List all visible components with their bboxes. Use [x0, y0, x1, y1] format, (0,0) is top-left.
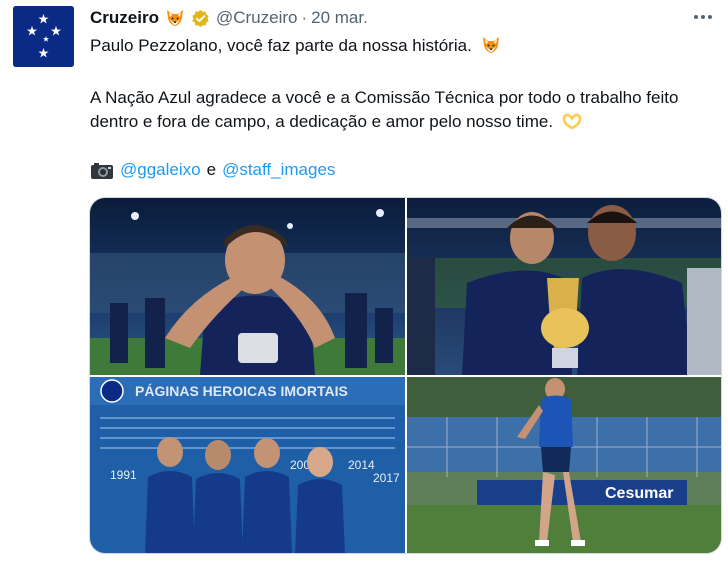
more-options-icon[interactable]	[692, 9, 714, 25]
photo3-year-3: 2014	[348, 458, 375, 472]
photo3-banner-text: PÁGINAS HEROICAS IMORTAIS	[135, 383, 348, 399]
photo3-year-1: 1991	[110, 468, 137, 482]
account-name[interactable]: Cruzeiro	[90, 8, 159, 28]
media-grid: PÁGINAS HEROICAS IMORTAIS 1991 2003 2014…	[89, 197, 722, 554]
tweet-text-line1: Paulo Pezzolano, você faz parte da nossa…	[90, 34, 715, 58]
mention-link-staff-images[interactable]: @staff_images	[222, 158, 335, 182]
conjunction-text: e	[206, 160, 217, 179]
photo3-year-4: 2017	[373, 471, 400, 485]
avatar[interactable]	[13, 6, 74, 67]
photo-coach-walking-training[interactable]: Cesumar	[407, 377, 721, 553]
tweet-text-paragraph2: A Nação Azul agradece a você e a Comissã…	[90, 86, 715, 134]
photo-coach-blowing-kiss[interactable]	[90, 198, 405, 375]
tweet-date[interactable]: 20 mar.	[311, 8, 368, 28]
verified-gold-badge-icon[interactable]	[191, 9, 210, 28]
tweet-card[interactable]: Cruzeiro @Cruzeiro · 20 mar. Paulo Pezzo…	[0, 0, 728, 561]
photo4-sponsor-text: Cesumar	[605, 485, 673, 502]
heart-hands-icon	[562, 111, 582, 131]
cruzeiro-stars-logo	[13, 6, 74, 67]
fox-icon	[481, 35, 501, 55]
photo-coaching-staff-wall[interactable]: PÁGINAS HEROICAS IMORTAIS 1991 2003 2014…	[90, 377, 405, 553]
tweet-text-paragraph2-content: A Nação Azul agradece a você e a Comissã…	[90, 88, 679, 131]
mention-link-ggaleixo[interactable]: @ggaleixo	[120, 158, 201, 182]
fox-icon	[165, 8, 185, 28]
account-handle[interactable]: @Cruzeiro	[216, 8, 298, 28]
separator-dot: ·	[301, 8, 308, 27]
tweet-header: Cruzeiro @Cruzeiro · 20 mar.	[90, 7, 368, 29]
photo-coach-with-trophy[interactable]	[407, 198, 721, 375]
photo-credits: @ggaleixo e @staff_images	[90, 158, 715, 182]
camera-icon	[90, 160, 114, 180]
tweet-text-line1-content: Paulo Pezzolano, você faz parte da nossa…	[90, 36, 472, 55]
